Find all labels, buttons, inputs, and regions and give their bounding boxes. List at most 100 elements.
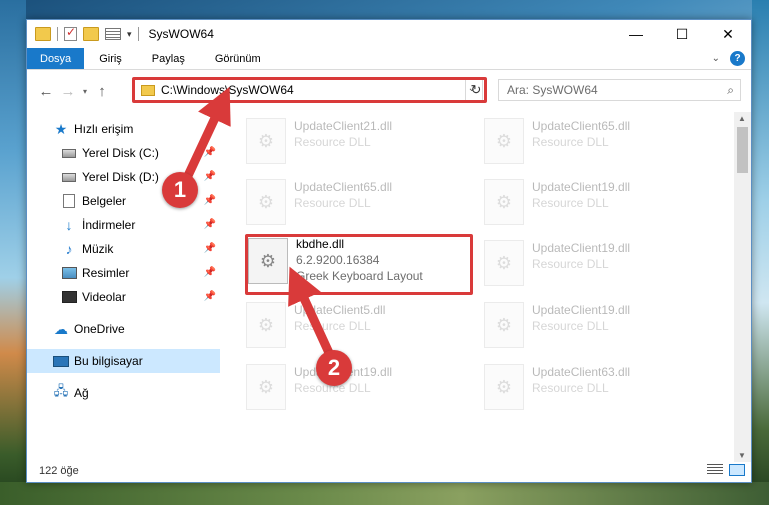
- file-description: Resource DLL: [532, 319, 609, 333]
- pin-icon[interactable]: 📌: [204, 147, 216, 158]
- sidebar-item-label: Müzik: [82, 242, 114, 256]
- navigation-pane: ★ Hızlı erişim Yerel Disk (C:) 📌 Yerel D…: [27, 112, 220, 462]
- pin-icon[interactable]: 📌: [204, 195, 216, 206]
- dll-file-icon: ⚙: [246, 179, 286, 225]
- file-tile[interactable]: ⚙ UpdateClient19.dll Resource DLL: [246, 358, 466, 414]
- drive-icon: [61, 170, 77, 184]
- ribbon-tabs: Dosya Giriş Paylaş Görünüm ⌄ ?: [27, 48, 751, 70]
- sidebar-item-label: İndirmeler: [82, 218, 136, 232]
- file-tile[interactable]: ⚙ UpdateClient63.dll Resource DLL: [484, 358, 704, 414]
- download-icon: ↓: [65, 217, 73, 233]
- close-button[interactable]: ✕: [705, 20, 751, 48]
- pin-icon[interactable]: 📌: [204, 219, 216, 230]
- file-tile[interactable]: ⚙ UpdateClient19.dll Resource DLL: [484, 173, 704, 229]
- item-count: 122 öğe: [39, 465, 79, 477]
- sidebar-item-label: Ağ: [74, 386, 89, 400]
- toolbar-separator: [137, 27, 139, 41]
- cloud-icon: ☁: [54, 320, 68, 337]
- ribbon-right-controls: ⌄ ?: [712, 51, 745, 66]
- properties-check-icon[interactable]: [64, 25, 77, 41]
- document-icon: [61, 194, 77, 208]
- videos-icon: [61, 290, 77, 304]
- new-folder-icon[interactable]: [83, 27, 99, 41]
- help-icon[interactable]: ?: [730, 51, 745, 66]
- file-description: Resource DLL: [532, 257, 609, 271]
- computer-icon: [53, 354, 69, 368]
- minimize-button[interactable]: —: [613, 20, 659, 48]
- maximize-button[interactable]: ☐: [659, 20, 705, 48]
- sidebar-item-label: Yerel Disk (D:): [82, 170, 159, 184]
- sidebar-item-label: Resimler: [82, 266, 130, 280]
- sidebar-item-downloads[interactable]: ↓ İndirmeler 📌: [27, 213, 220, 237]
- tiles-view-icon[interactable]: [729, 464, 745, 476]
- sidebar-item-label: Bu bilgisayar: [74, 354, 143, 368]
- file-tile[interactable]: ⚙ UpdateClient65.dll Resource DLL: [484, 112, 704, 168]
- sidebar-item-network[interactable]: 🖧 Ağ: [27, 381, 220, 405]
- dll-file-icon: ⚙: [246, 118, 286, 164]
- scroll-thumb[interactable]: [737, 127, 748, 173]
- tab-file[interactable]: Dosya: [27, 48, 85, 69]
- desktop-background-bottom: [0, 482, 769, 505]
- desktop-background-right: [752, 0, 769, 505]
- star-icon: ★: [54, 120, 68, 137]
- vertical-scrollbar[interactable]: ▲ ▼: [734, 112, 751, 462]
- file-description: Resource DLL: [532, 135, 609, 149]
- file-tile[interactable]: ⚙ UpdateClient21.dll Resource DLL: [246, 112, 466, 168]
- file-tile[interactable]: ⚙ UpdateClient19.dll Resource DLL: [484, 296, 704, 352]
- search-input[interactable]: Ara: SysWOW64 ⌕: [498, 79, 741, 101]
- scroll-up-chevron-icon[interactable]: ▲: [738, 114, 746, 123]
- up-button[interactable]: ↑: [91, 83, 113, 100]
- customize-toolbar-chevron-icon[interactable]: ▾: [127, 29, 132, 40]
- dll-file-icon: ⚙: [246, 302, 286, 348]
- file-description: Resource DLL: [532, 196, 609, 210]
- desktop-background-left: [0, 0, 26, 505]
- file-name: UpdateClient21.dll: [294, 119, 393, 133]
- file-description: Resource DLL: [294, 196, 371, 210]
- details-view-icon[interactable]: [707, 464, 723, 476]
- tab-share[interactable]: Paylaş: [137, 48, 200, 69]
- scroll-down-chevron-icon[interactable]: ▼: [738, 451, 746, 460]
- pin-icon[interactable]: 📌: [204, 291, 216, 302]
- dll-file-icon: ⚙: [484, 364, 524, 410]
- sidebar-item-videos[interactable]: Videolar 📌: [27, 285, 220, 309]
- expand-ribbon-chevron-icon[interactable]: ⌄: [712, 53, 720, 64]
- sidebar-item-label: Yerel Disk (C:): [82, 146, 159, 160]
- title-bar: ▾ SysWOW64 — ☐ ✕: [27, 20, 751, 48]
- recent-locations-chevron-icon[interactable]: ▾: [79, 87, 91, 96]
- file-tile[interactable]: ⚙ UpdateClient65.dll Resource DLL: [246, 173, 466, 229]
- main-body: ★ Hızlı erişim Yerel Disk (C:) 📌 Yerel D…: [27, 112, 751, 462]
- pin-icon[interactable]: 📌: [204, 171, 216, 182]
- file-tile[interactable]: ⚙ UpdateClient19.dll Resource DLL: [484, 234, 704, 290]
- forward-button[interactable]: →: [57, 83, 79, 100]
- tab-view[interactable]: Görünüm: [200, 48, 276, 69]
- quick-access-toolbar: ▾: [27, 25, 139, 41]
- file-name: UpdateClient63.dll: [532, 365, 631, 379]
- file-tile[interactable]: ⚙ UpdateClient5.dll Resource DLL: [246, 296, 466, 352]
- dll-file-icon: ⚙: [484, 118, 524, 164]
- back-button[interactable]: ←: [35, 83, 57, 100]
- pin-icon[interactable]: 📌: [204, 243, 216, 254]
- pictures-icon: [61, 266, 77, 280]
- status-bar: 122 öğe: [27, 460, 751, 482]
- sidebar-item-onedrive[interactable]: ☁ OneDrive: [27, 317, 220, 341]
- sidebar-item-this-pc[interactable]: Bu bilgisayar: [27, 349, 220, 373]
- view-buttons: [707, 464, 745, 476]
- sidebar-item-local-disk-c[interactable]: Yerel Disk (C:) 📌: [27, 141, 220, 165]
- sidebar-item-music[interactable]: ♪ Müzik 📌: [27, 237, 220, 261]
- tab-home[interactable]: Giriş: [84, 48, 137, 69]
- sidebar-item-label: Videolar: [82, 290, 126, 304]
- sidebar-item-quick-access[interactable]: ★ Hızlı erişim: [27, 117, 220, 141]
- file-name: UpdateClient19.dll: [532, 303, 631, 317]
- sidebar-item-pictures[interactable]: Resimler 📌: [27, 261, 220, 285]
- file-name: UpdateClient19.dll: [532, 180, 631, 194]
- file-name: UpdateClient5.dll: [294, 303, 386, 317]
- dll-file-icon: ⚙: [484, 302, 524, 348]
- pin-icon[interactable]: 📌: [204, 267, 216, 278]
- file-name: UpdateClient19.dll: [532, 241, 631, 255]
- folder-icon: [35, 27, 51, 41]
- file-list: ⚙ UpdateClient21.dll Resource DLL ⚙ Upda…: [220, 112, 751, 462]
- properties-icon[interactable]: [105, 28, 121, 40]
- search-icon: ⌕: [727, 83, 734, 97]
- search-placeholder: Ara: SysWOW64: [507, 83, 598, 97]
- network-icon: 🖧: [53, 383, 69, 398]
